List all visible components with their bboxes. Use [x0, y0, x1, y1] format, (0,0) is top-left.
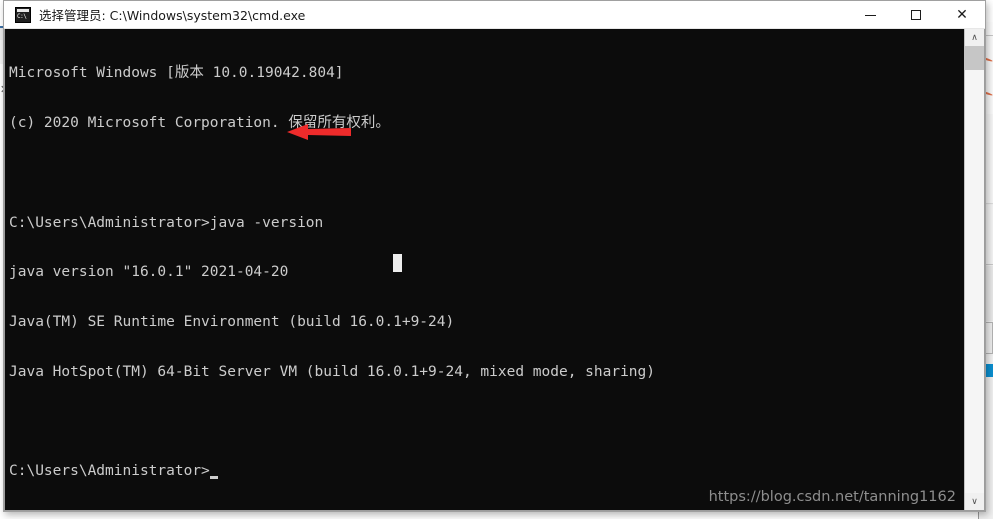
close-button[interactable]: ✕ [939, 1, 985, 29]
console-line: Java HotSpot(TM) 64-Bit Server VM (build… [9, 363, 656, 380]
chevron-up-icon: ∧ [971, 32, 978, 43]
console-line-java-version: java version "16.0.1" 2021-04-20 [9, 264, 289, 281]
console-line: Microsoft Windows [版本 10.0.19042.804] [9, 65, 344, 82]
console-scrollbar[interactable]: ∧ ∨ [964, 29, 984, 510]
scrollbar-thumb[interactable] [965, 46, 984, 70]
console-caret [209, 476, 218, 480]
scrollbar-track[interactable] [965, 46, 984, 493]
scrollbar-up-button[interactable]: ∧ [965, 29, 984, 46]
console-prompt: C:\Users\Administrator> [9, 463, 210, 480]
chevron-down-icon: ∨ [971, 496, 978, 507]
console-prompt-line: C:\Users\Administrator> [9, 463, 962, 480]
titlebar[interactable]: 选择管理员: C:\Windows\system32\cmd.exe ✕ [4, 1, 985, 29]
maximize-icon [911, 10, 921, 20]
console-line-command: C:\Users\Administrator>java -version [9, 214, 324, 231]
console-text: Microsoft Windows [版本 10.0.19042.804] (c… [9, 32, 962, 510]
console-line: (c) 2020 Microsoft Corporation. 保留所有权利。 [9, 114, 390, 131]
close-icon: ✕ [956, 7, 968, 23]
window-title: 选择管理员: C:\Windows\system32\cmd.exe [39, 8, 306, 23]
maximize-button[interactable] [893, 1, 939, 29]
console-line: Java(TM) SE Runtime Environment (build 1… [9, 314, 455, 331]
cmd-icon [15, 6, 31, 23]
minimize-button[interactable] [847, 1, 893, 29]
minimize-icon [864, 14, 876, 16]
window-controls: ✕ [847, 1, 985, 29]
cmd-window: 选择管理员: C:\Windows\system32\cmd.exe ✕ Mic… [3, 0, 986, 512]
scrollbar-down-button[interactable]: ∨ [965, 493, 984, 510]
console-output-area[interactable]: Microsoft Windows [版本 10.0.19042.804] (c… [4, 29, 985, 511]
console-selection-block [393, 254, 402, 272]
watermark-text: https://blog.csdn.net/tanning1162 [708, 489, 956, 505]
